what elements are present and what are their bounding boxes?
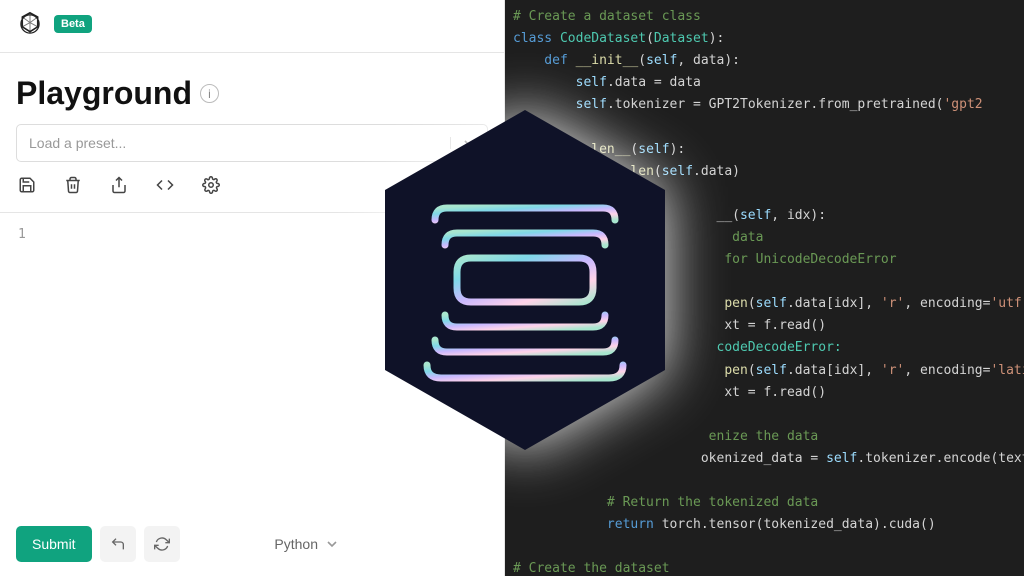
regenerate-button[interactable] <box>144 526 180 562</box>
bottom-bar: Submit Python <box>0 516 504 576</box>
undo-button[interactable] <box>100 526 136 562</box>
language-label: Python <box>274 536 318 552</box>
save-icon[interactable] <box>18 176 36 194</box>
openai-logo-icon <box>16 10 44 38</box>
language-select[interactable]: Python <box>274 536 338 552</box>
header: Beta <box>0 0 504 53</box>
page-title: Playground <box>16 75 192 112</box>
trash-icon[interactable] <box>64 176 82 194</box>
submit-button[interactable]: Submit <box>16 526 92 562</box>
settings-icon[interactable] <box>202 176 220 194</box>
line-number: 1 <box>18 227 38 502</box>
share-icon[interactable] <box>110 176 128 194</box>
preset-placeholder: Load a preset... <box>29 135 126 151</box>
hexagon-logo-icon <box>365 90 685 470</box>
code-icon[interactable] <box>156 176 174 194</box>
chevron-down-icon <box>326 538 338 550</box>
beta-badge: Beta <box>54 15 92 33</box>
info-icon[interactable]: i <box>200 84 219 103</box>
